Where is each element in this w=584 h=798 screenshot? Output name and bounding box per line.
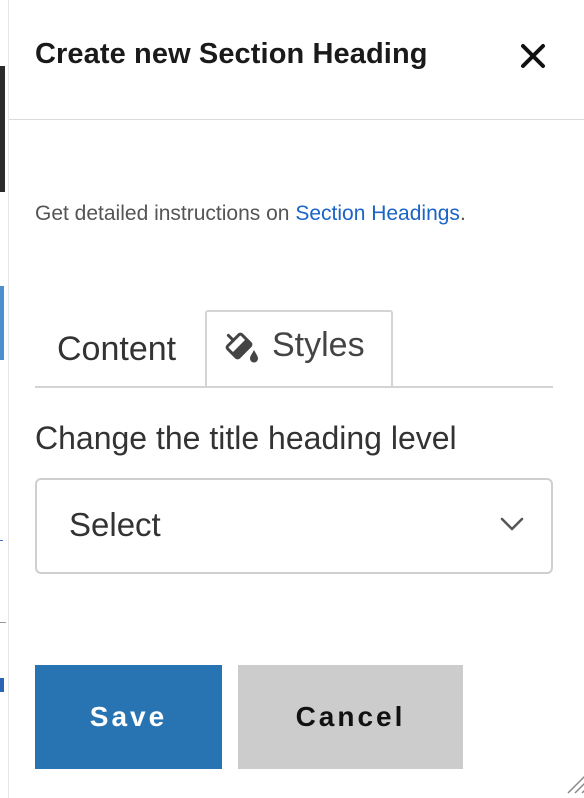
resize-handle-icon[interactable] (564, 769, 584, 795)
chevron-down-icon (500, 517, 524, 531)
section-headings-link[interactable]: Section Headings (295, 202, 460, 225)
heading-level-select[interactable]: Select (35, 478, 553, 574)
close-icon (521, 44, 545, 68)
background-highlight-fragment (0, 286, 4, 360)
instructions-suffix: . (459, 202, 466, 225)
background-link-fragment (0, 678, 4, 692)
tab-styles-label: Styles (272, 326, 365, 364)
background-link-fragment (0, 540, 3, 541)
tab-content[interactable]: Content (35, 310, 205, 386)
tab-content-label: Content (57, 330, 177, 368)
tab-styles[interactable]: Styles (205, 310, 393, 386)
save-button[interactable]: Save (35, 665, 222, 769)
dialog-header: Create new Section Heading (9, 0, 584, 120)
background-image-fragment (0, 66, 5, 192)
tab-bar: Content Styles (35, 310, 553, 388)
dialog-title: Create new Section Heading (35, 38, 428, 70)
instructions-prefix: Get detailed instructions on (35, 202, 296, 225)
background-divider-fragment (0, 622, 6, 623)
heading-level-label: Change the title heading level (35, 420, 457, 456)
heading-level-selected-value: Select (69, 506, 161, 543)
cancel-button[interactable]: Cancel (238, 665, 463, 769)
close-button[interactable] (513, 36, 553, 76)
page: Create new Section Heading Get detailed … (0, 0, 584, 798)
instructions-text: Get detailed instructions on Section Hea… (35, 202, 466, 226)
section-heading-dialog: Create new Section Heading Get detailed … (9, 0, 584, 798)
paint-bucket-icon (225, 332, 258, 363)
background-page-edge (0, 0, 9, 798)
